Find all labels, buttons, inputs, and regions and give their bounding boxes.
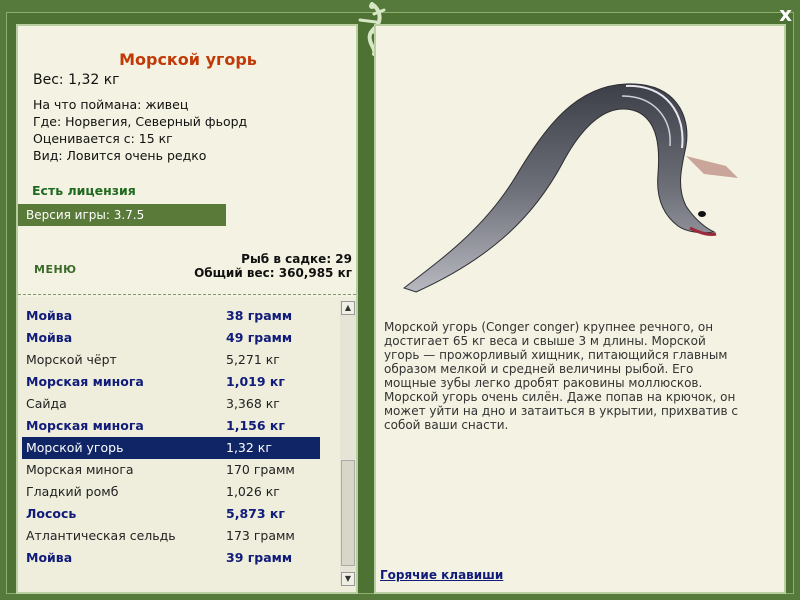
fish-title: Морской угорь	[119, 50, 257, 69]
catch-fish-weight: 1,019 кг	[226, 374, 285, 389]
hotkeys-link[interactable]: Горячие клавиши	[380, 568, 503, 582]
catch-fish-name: Морской угорь	[26, 440, 124, 455]
catch-fish-name: Атлантическая сельдь	[26, 528, 176, 543]
catch-fish-weight: 1,32 кг	[226, 440, 272, 455]
catch-fish-weight: 3,368 кг	[226, 396, 280, 411]
catch-list-row[interactable]: Морской угорь 1,32 кг	[22, 437, 320, 459]
catch-fish-weight: 173 грамм	[226, 528, 295, 543]
catch-list-row[interactable]: Атлантическая сельдь 173 грамм	[22, 525, 320, 547]
list-scrollbar[interactable]: ▲ ▼	[340, 301, 356, 586]
version-bar: Версия игры: 3.7.5	[18, 204, 226, 226]
catch-fish-name: Морская минога	[26, 462, 134, 477]
catch-fish-weight: 39 грамм	[226, 550, 293, 565]
menu-button[interactable]: МЕНЮ	[34, 263, 77, 276]
catch-list-row[interactable]: Морской чёрт 5,271 кг	[22, 349, 320, 371]
catch-list-row[interactable]: Морская минога 1,019 кг	[22, 371, 320, 393]
catch-list: Мойва 38 грамм Мойва 49 грамм Морской чёрт 5,…	[18, 297, 356, 592]
catch-fish-weight: 38 грамм	[226, 308, 293, 323]
keepnet-stats: Рыб в садке: 29 Общий вес: 360,985 кг	[194, 252, 352, 280]
close-button[interactable]: x	[779, 2, 792, 26]
catch-list-row[interactable]: Морская минога 1,156 кг	[22, 415, 320, 437]
catch-list-row[interactable]: Мойва 38 грамм	[22, 305, 320, 327]
catch-fish-weight: 1,026 кг	[226, 484, 280, 499]
catch-fish-weight: 1,156 кг	[226, 418, 285, 433]
catch-list-row[interactable]: Лосось 5,873 кг	[22, 503, 320, 525]
total-weight: Общий вес: 360,985 кг	[194, 266, 352, 280]
license-status: Есть лицензия	[32, 183, 136, 198]
catch-fish-weight: 5,873 кг	[226, 506, 285, 521]
catch-fish-name: Мойва	[26, 308, 73, 323]
catch-fish-name: Морская минога	[26, 418, 144, 433]
catch-fish-name: Гладкий ромб	[26, 484, 119, 499]
catch-fish-name: Сайда	[26, 396, 67, 411]
scroll-up-icon[interactable]: ▲	[341, 301, 355, 315]
catch-list-row[interactable]: Мойва 49 грамм	[22, 327, 320, 349]
catch-fish-name: Мойва	[26, 550, 73, 565]
catch-list-row[interactable]: Гладкий ромб 1,026 кг	[22, 481, 320, 503]
catch-list-row[interactable]: Мойва 39 грамм	[22, 547, 320, 569]
catch-list-row[interactable]: Сайда 3,368 кг	[22, 393, 320, 415]
fish-weight: Вес: 1,32 кг	[33, 72, 120, 88]
fish-details: На что поймана: живец Где: Норвегия, Сев…	[33, 96, 247, 164]
scroll-thumb[interactable]	[341, 460, 355, 566]
scroll-down-icon[interactable]: ▼	[341, 572, 355, 586]
fish-description-panel: Морской угорь (Conger conger) крупнее ре…	[374, 24, 786, 594]
catch-fish-name: Лосось	[26, 506, 77, 521]
location-line: Где: Норвегия, Северный фьорд	[33, 114, 248, 129]
catch-list-row[interactable]: Морская минога 170 грамм	[22, 459, 320, 481]
catch-fish-weight: 170 грамм	[226, 462, 295, 477]
catch-fish-name: Мойва	[26, 330, 73, 345]
catch-fish-weight: 5,271 кг	[226, 352, 280, 367]
conger-eel-image	[402, 83, 738, 293]
catch-fish-name: Морской чёрт	[26, 352, 117, 367]
fish-info-panel: Морской угорь Вес: 1,32 кг На что пойман…	[16, 24, 358, 594]
catch-fish-weight: 49 грамм	[226, 330, 293, 345]
fish-count: Рыб в садке: 29	[241, 252, 352, 266]
bait-line: На что поймана: живец	[33, 97, 189, 112]
value-line: Оценивается с: 15 кг	[33, 131, 173, 146]
catch-fish-name: Морская минога	[26, 374, 144, 389]
fish-description: Морской угорь (Conger conger) крупнее ре…	[384, 320, 738, 432]
rarity-line: Вид: Ловится очень редко	[33, 148, 207, 163]
divider	[18, 294, 356, 295]
